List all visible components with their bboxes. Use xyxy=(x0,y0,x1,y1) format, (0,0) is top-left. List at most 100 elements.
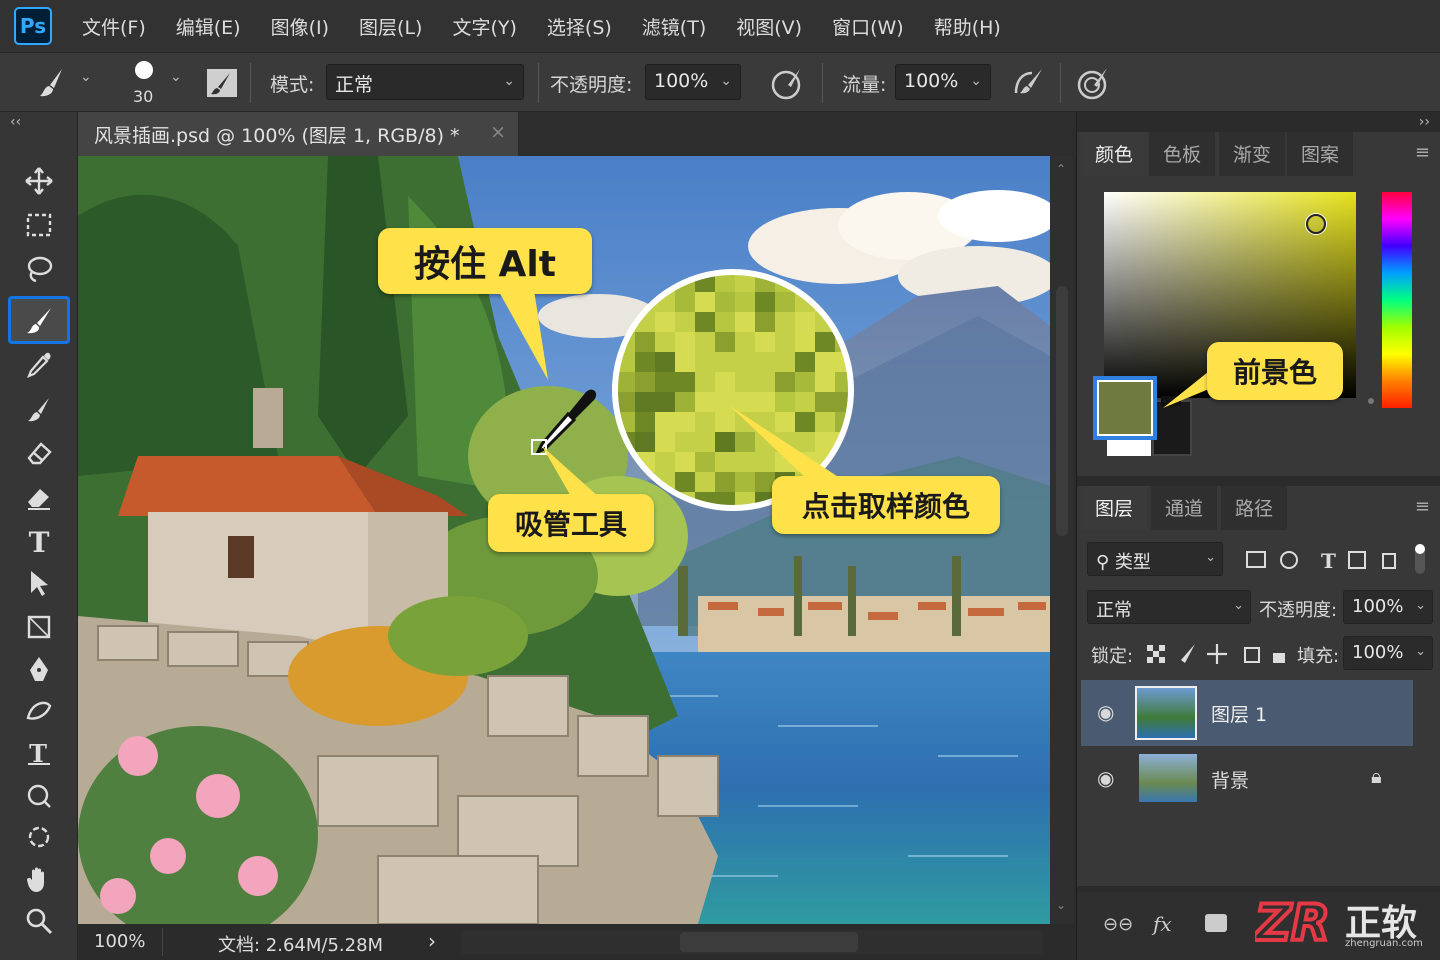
rotate-view-tool[interactable] xyxy=(8,816,70,858)
menu-window[interactable]: 窗口(W) xyxy=(832,13,904,40)
tab-gradients[interactable]: 渐变 xyxy=(1219,132,1286,176)
vertical-type-tool[interactable]: T xyxy=(8,732,70,774)
layer-name[interactable]: 图层 1 xyxy=(1211,700,1267,727)
hand-tool[interactable] xyxy=(8,858,70,900)
menu-image[interactable]: 图像(I) xyxy=(271,13,329,40)
menu-edit[interactable]: 编辑(E) xyxy=(176,13,241,40)
magnified-pixel xyxy=(735,352,755,372)
tab-paths[interactable]: 路径 xyxy=(1221,486,1288,530)
layer-row-selected[interactable]: ◉ 图层 1 xyxy=(1081,680,1413,746)
image-canvas[interactable]: 按住 Alt 吸管工具 点击取样颜色 xyxy=(78,156,1050,924)
scrollbar-thumb[interactable] xyxy=(680,932,858,952)
opacity-input[interactable]: 100% ⌄ xyxy=(645,64,741,100)
menu-view[interactable]: 视图(V) xyxy=(736,13,802,40)
hand-icon xyxy=(27,867,44,892)
tab-color[interactable]: 颜色 xyxy=(1081,132,1148,176)
zoom-tool[interactable] xyxy=(8,900,70,942)
close-tab-icon[interactable]: × xyxy=(490,121,506,143)
horizontal-scrollbar[interactable] xyxy=(462,930,1042,954)
move-tool[interactable] xyxy=(8,160,70,202)
magnified-pixel xyxy=(715,372,735,392)
mode-select[interactable]: 正常 ⌄ xyxy=(326,64,524,100)
menu-filter[interactable]: 滤镜(T) xyxy=(642,13,706,40)
tab-layers[interactable]: 图层 xyxy=(1081,486,1148,530)
link-layers-icon[interactable]: ⊖⊖ xyxy=(1103,914,1133,935)
magnified-pixel xyxy=(675,332,695,352)
healing-tool[interactable] xyxy=(8,388,70,430)
foreground-color-swatch[interactable] xyxy=(1093,376,1157,440)
type-tool[interactable]: T xyxy=(8,520,70,562)
layer-row[interactable]: ◉ 背景 🔒︎ xyxy=(1081,746,1413,810)
layer-opacity-label: 不透明度: xyxy=(1259,600,1338,621)
background-eraser-tool[interactable] xyxy=(8,476,70,518)
zoom-level[interactable]: 100% xyxy=(94,931,145,952)
magnified-pixel xyxy=(635,432,655,452)
brush-settings-icon[interactable] xyxy=(202,63,242,103)
menu-select[interactable]: 选择(S) xyxy=(547,13,612,40)
magnified-pixel xyxy=(715,352,735,372)
magnified-pixel xyxy=(655,372,675,392)
status-menu-arrow[interactable]: › xyxy=(428,929,436,953)
blend-mode-select[interactable]: 正常 ⌄ xyxy=(1087,590,1251,624)
chevron-down-icon[interactable]: ⌄ xyxy=(170,69,182,85)
airbrush-icon[interactable] xyxy=(1008,63,1048,103)
hue-slider[interactable] xyxy=(1382,192,1412,408)
flow-input[interactable]: 100% ⌄ xyxy=(895,64,991,100)
scroll-up-icon[interactable]: ⌃ xyxy=(1056,162,1066,176)
menu-file[interactable]: 文件(F) xyxy=(82,13,146,40)
brush-tip-icon[interactable] xyxy=(135,61,153,79)
swap-colors-icon[interactable] xyxy=(1107,440,1151,456)
chevron-down-icon[interactable]: ⌄ xyxy=(80,69,92,85)
zoom-loop-tool[interactable] xyxy=(8,774,70,816)
eyedropper-tool[interactable] xyxy=(8,344,70,386)
freeform-pen-tool[interactable] xyxy=(8,690,70,732)
add-mask-icon[interactable] xyxy=(1205,914,1227,932)
scroll-down-icon[interactable]: ⌄ xyxy=(1056,898,1066,912)
panel-menu-icon[interactable]: ≡ xyxy=(1415,496,1430,517)
ps-logo[interactable]: Ps xyxy=(14,7,52,45)
brush-tool[interactable] xyxy=(8,296,70,344)
lasso-tool[interactable] xyxy=(8,248,70,290)
callout-pointer xyxy=(498,290,548,380)
marquee-tool[interactable] xyxy=(8,204,70,246)
move-icon xyxy=(25,167,53,195)
document-info: 文档: 2.64M/5.28M xyxy=(218,935,384,956)
eye-icon[interactable]: ◉ xyxy=(1097,700,1114,724)
collapse-left-icon[interactable]: ‹‹ xyxy=(10,114,21,130)
tab-patterns[interactable]: 图案 xyxy=(1287,132,1354,176)
chevron-down-icon: ⌄ xyxy=(1233,598,1244,613)
pressure-opacity-icon[interactable] xyxy=(768,63,808,103)
pressure-size-icon[interactable] xyxy=(1074,63,1114,103)
path-selection-tool[interactable] xyxy=(8,562,70,604)
tab-swatches[interactable]: 色板 xyxy=(1149,132,1216,176)
layer-opacity-input[interactable]: 100% ⌄ xyxy=(1343,590,1433,624)
hue-slider-marker[interactable] xyxy=(1368,398,1374,404)
layer-style-icon[interactable]: fx xyxy=(1153,912,1172,936)
magnified-pixel xyxy=(675,392,695,412)
magnified-pixel xyxy=(695,452,715,472)
menu-help[interactable]: 帮助(H) xyxy=(934,13,1001,40)
layer-name[interactable]: 背景 xyxy=(1211,766,1249,793)
magnified-pixel xyxy=(675,472,695,492)
fill-input[interactable]: 100% ⌄ xyxy=(1343,636,1433,670)
vertical-scrollbar[interactable]: ⌃ ⌄ xyxy=(1050,156,1074,924)
panel-menu-icon[interactable]: ≡ xyxy=(1415,142,1430,163)
menu-layer[interactable]: 图层(L) xyxy=(359,13,422,40)
shape-tool[interactable] xyxy=(8,606,70,648)
color-picker-handle[interactable] xyxy=(1306,214,1326,234)
zr-logo-icon: ZR xyxy=(1255,892,1332,948)
eraser-tool[interactable] xyxy=(8,432,70,474)
hold-alt-callout: 按住 Alt xyxy=(378,228,592,294)
brush-preset-icon[interactable] xyxy=(32,63,72,103)
document-tab[interactable]: 风景插画.psd @ 100% (图层 1, RGB/8) * × xyxy=(78,112,518,156)
collapse-right-icon[interactable]: ›› xyxy=(1419,114,1430,130)
menu-type[interactable]: 文字(Y) xyxy=(452,13,516,40)
eye-icon[interactable]: ◉ xyxy=(1097,766,1114,790)
magnified-pixel xyxy=(695,332,715,352)
tab-channels[interactable]: 通道 xyxy=(1151,486,1218,530)
pen-tool[interactable] xyxy=(8,648,70,690)
layer-filter-select[interactable]: ⚲ 类型 ⌄ xyxy=(1087,542,1223,576)
magnified-pixel xyxy=(815,372,835,392)
scrollbar-thumb[interactable] xyxy=(1056,286,1068,536)
filter-toggle[interactable] xyxy=(1415,544,1425,574)
